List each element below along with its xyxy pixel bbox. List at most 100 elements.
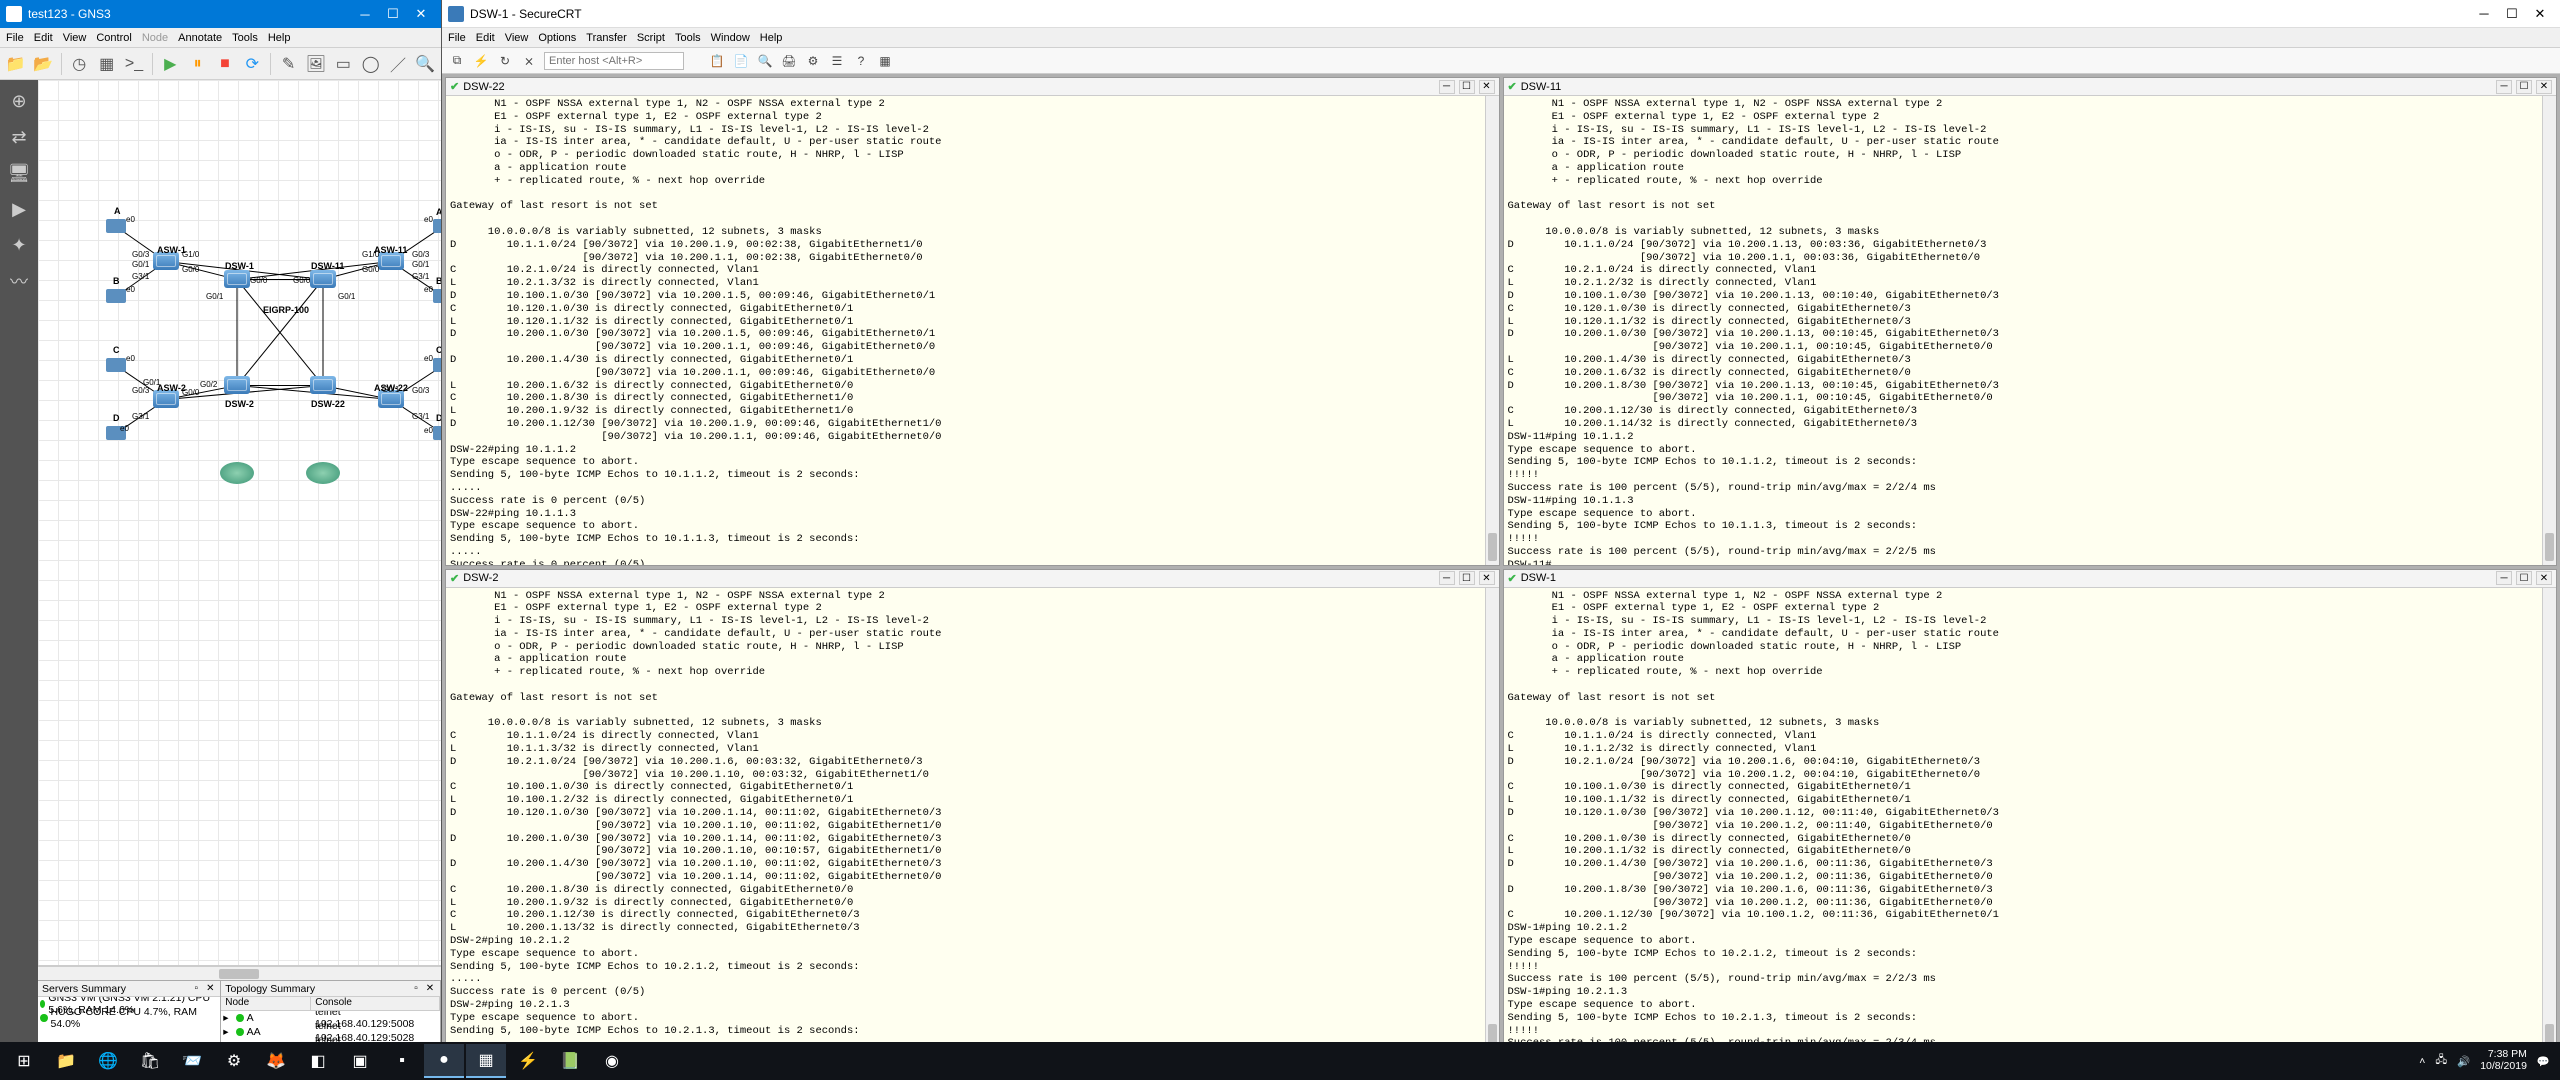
pane-max-icon[interactable]: ☐ [1459,571,1475,585]
terminal-output[interactable]: N1 - OSPF NSSA external type 1, N2 - OSP… [446,588,1499,1057]
pane-tab[interactable]: ✔DSW-2─☐✕ [446,570,1499,588]
start-button[interactable]: ⊞ [4,1044,44,1078]
pc-node[interactable] [433,289,441,303]
switches-icon[interactable]: ⇄ [2,120,36,154]
menu-script[interactable]: Script [637,32,665,44]
menu-tools[interactable]: Tools [232,32,258,44]
tb-app5-icon[interactable]: ◉ [592,1044,632,1078]
pane-tab[interactable]: ✔DSW-1─☐✕ [1504,570,2557,588]
tb-securecrt-icon[interactable]: ▦ [466,1044,506,1078]
terminal-scrollbar[interactable] [2542,588,2556,1057]
tray-clock[interactable]: 7:38 PM 10/8/2019 [2480,1049,2527,1072]
router-node[interactable] [224,376,250,394]
snapshot-icon[interactable]: ◷ [68,51,91,77]
menu-options[interactable]: Options [538,32,576,44]
all-devices-icon[interactable]: ✦ [2,228,36,262]
system-tray[interactable]: ˄ 🖧 🔊 7:38 PM 10/8/2019 💬 [2419,1049,2556,1072]
pane-min-icon[interactable]: ─ [1439,80,1455,94]
line-icon[interactable]: ／ [386,51,409,77]
minimize-button[interactable]: ─ [351,4,379,24]
pane-max-icon[interactable]: ☐ [2516,80,2532,94]
copy-icon[interactable]: 📋 [708,52,726,70]
scrt-titlebar[interactable]: DSW-1 - SecureCRT ─ ☐ ✕ [442,0,2560,28]
menu-view[interactable]: View [63,32,87,44]
menu-transfer[interactable]: Transfer [586,32,627,44]
options-icon[interactable]: ⚙ [804,52,822,70]
stop-all-icon[interactable]: ■ [213,51,236,77]
pane-min-icon[interactable]: ─ [2496,571,2512,585]
canvas-scrollbar[interactable] [38,966,441,980]
menu-view[interactable]: View [505,32,529,44]
gns3-titlebar[interactable]: test123 - GNS3 ─ ☐ ✕ [0,0,441,28]
pane-tab[interactable]: ✔DSW-22─☐✕ [446,78,1499,96]
security-icon[interactable]: ▶ [2,192,36,226]
tb-terminal-icon[interactable]: ▪ [382,1044,422,1078]
minimize-button[interactable]: ─ [2470,4,2498,24]
pc-node[interactable] [106,358,126,372]
session-options-icon[interactable]: ☰ [828,52,846,70]
pane-close-icon[interactable]: ✕ [1479,80,1495,94]
fit-icon[interactable]: ▦ [95,51,118,77]
ellipse-icon[interactable]: ◯ [359,51,382,77]
router-node[interactable] [310,376,336,394]
find-icon[interactable]: 🔍 [756,52,774,70]
session-mgr-icon[interactable]: ⧉ [448,52,466,70]
paste-icon[interactable]: 📄 [732,52,750,70]
panel-undock-icon[interactable]: ▫ [410,983,422,995]
pc-node[interactable] [433,426,441,440]
quick-connect-icon[interactable]: ⚡ [472,52,490,70]
menu-help[interactable]: Help [760,32,783,44]
tb-app1-icon[interactable]: ◧ [298,1044,338,1078]
menu-control[interactable]: Control [96,32,131,44]
terminal-scrollbar[interactable] [1485,588,1499,1057]
zoom-icon[interactable]: 🔍 [414,51,437,77]
routers-icon[interactable]: ⊕ [2,84,36,118]
pane-min-icon[interactable]: ─ [2496,80,2512,94]
panel-undock-icon[interactable]: ▫ [190,983,202,995]
pc-node[interactable] [433,358,441,372]
help-icon[interactable]: ? [852,52,870,70]
end-devices-icon[interactable]: 🖥 [2,156,36,190]
start-all-icon[interactable]: ▶ [159,51,182,77]
maximize-button[interactable]: ☐ [2498,4,2526,24]
tray-volume-icon[interactable]: 🔊 [2457,1055,2470,1068]
menu-help[interactable]: Help [268,32,291,44]
print-icon[interactable]: 🖨 [780,52,798,70]
terminal-scrollbar[interactable] [1485,96,1499,565]
router-node[interactable] [310,270,336,288]
tray-network-icon[interactable]: 🖧 [2435,1052,2447,1070]
annotate-icon[interactable]: ✎ [277,51,300,77]
pane-close-icon[interactable]: ✕ [2536,80,2552,94]
server-row[interactable]: HUGO-CORE CPU 4.7%, RAM 54.0% [38,1011,220,1025]
topology-canvas[interactable]: AAAASW-1ASW-11DSW-1DSW-11BBBEIGRP-100CCC… [38,80,441,966]
open-project-icon[interactable]: 📁 [4,51,27,77]
menu-annotate[interactable]: Annotate [178,32,222,44]
pane-close-icon[interactable]: ✕ [2536,571,2552,585]
pane-max-icon[interactable]: ☐ [1459,80,1475,94]
maximize-button[interactable]: ☐ [379,4,407,24]
pane-tab[interactable]: ✔DSW-11─☐✕ [1504,78,2557,96]
tb-store-icon[interactable]: 🛍 [130,1044,170,1078]
pane-min-icon[interactable]: ─ [1439,571,1455,585]
pane-close-icon[interactable]: ✕ [1479,571,1495,585]
tb-edge-icon[interactable]: 🌐 [88,1044,128,1078]
terminal-output[interactable]: N1 - OSPF NSSA external type 1, N2 - OSP… [446,96,1499,565]
menu-edit[interactable]: Edit [34,32,53,44]
reload-all-icon[interactable]: ⟳ [241,51,264,77]
pc-node[interactable] [106,289,126,303]
menu-edit[interactable]: Edit [476,32,495,44]
tb-explorer-icon[interactable]: 📁 [46,1044,86,1078]
close-button[interactable]: ✕ [2526,4,2554,24]
tb-gns3-icon[interactable]: ● [424,1044,464,1078]
tray-notifications-icon[interactable]: 💬 [2537,1055,2550,1068]
panel-close-icon[interactable]: ✕ [204,983,216,995]
link[interactable] [237,280,238,386]
pc-node[interactable] [433,219,441,233]
terminal-scrollbar[interactable] [2542,96,2556,565]
menu-window[interactable]: Window [711,32,750,44]
cloud-node[interactable] [306,462,340,484]
disconnect-icon[interactable]: ⨯ [520,52,538,70]
terminal-output[interactable]: N1 - OSPF NSSA external type 1, N2 - OSP… [1504,588,2557,1057]
image-icon[interactable]: 🖼 [304,51,327,77]
tb-app2-icon[interactable]: ▣ [340,1044,380,1078]
